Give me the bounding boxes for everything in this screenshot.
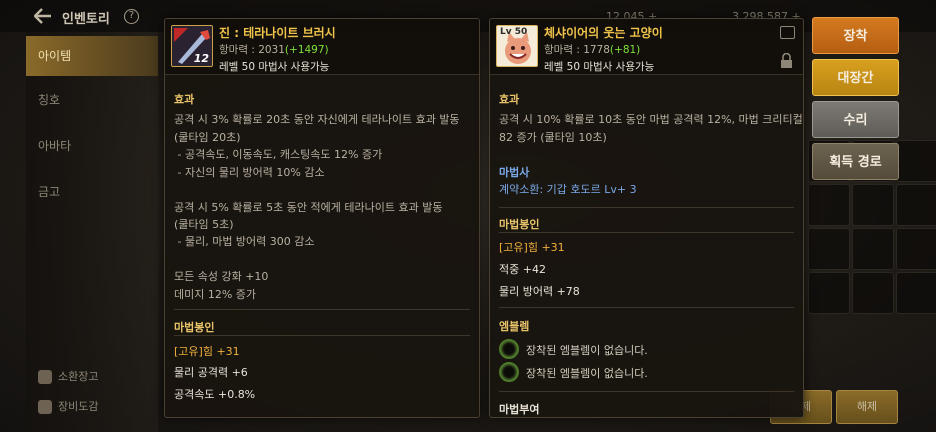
- emblem-empty-text: 장착된 엠블렘이 없습니다.: [526, 344, 648, 357]
- item-name: 진 : 테라나이트 브러시: [219, 26, 336, 40]
- class-effect: 계약소환: 기갑 호도르 Lv+ 3: [499, 183, 637, 196]
- effect-line: 공격 시 3% 확률로 20초 동안 자신에게 테라나이트 효과 발동: [174, 113, 460, 126]
- summon-storage-button[interactable]: 소환장고: [38, 368, 98, 384]
- inventory-sidebar: 아이템 칭호 아바타 금고 소환장고 장비도감: [26, 32, 158, 432]
- inventory-slot[interactable]: [852, 272, 894, 314]
- item-attack-stat: 항마력 : 2031(+1497): [219, 44, 329, 56]
- share-icon[interactable]: [780, 26, 795, 39]
- item-tooltip-right: Lv 50 체샤이어의 웃는 고양이 항마력 : 1778(+81) 레벨 50…: [489, 18, 804, 418]
- inventory-slot[interactable]: [852, 184, 894, 226]
- effect-line: 공격 시 10% 확률로 10초 동안 마법 공격력 12%, 마법 크리티컬: [499, 113, 803, 126]
- item-attack-stat: 항마력 : 1778(+81): [544, 44, 641, 56]
- page-title: 인벤토리: [62, 12, 110, 27]
- book-icon: [38, 400, 52, 414]
- inventory-slot[interactable]: [896, 228, 936, 270]
- unequip-all-button[interactable]: 해제: [836, 390, 898, 424]
- seal-stat: 물리 방어력 +78: [499, 285, 580, 298]
- enhance-level: 12: [193, 52, 209, 65]
- inventory-slot[interactable]: [808, 272, 850, 314]
- effect-line: - 자신의 물리 방어력 10% 감소: [174, 166, 325, 179]
- item-tooltip-left: 12 진 : 테라나이트 브러시 항마력 : 2031(+1497) 레벨 50…: [164, 18, 480, 418]
- tab-vault[interactable]: 금고: [26, 172, 158, 212]
- inventory-slot[interactable]: [808, 228, 850, 270]
- item-header: 12 진 : 테라나이트 브러시 항마력 : 2031(+1497) 레벨 50…: [165, 19, 479, 75]
- emblem-slot-icon[interactable]: [499, 362, 519, 382]
- help-icon[interactable]: ?: [124, 9, 139, 24]
- inventory-slot[interactable]: [896, 272, 936, 314]
- effect-line: 모든 속성 강화 +10: [174, 270, 269, 283]
- seal-stat: 물리 공격력 +6: [174, 366, 248, 379]
- item-icon: 12: [171, 25, 213, 67]
- item-requirement: 레벨 50 마법사 사용가능: [544, 61, 655, 73]
- emblem-slot-icon[interactable]: [499, 339, 519, 359]
- tab-avatar[interactable]: 아바타: [26, 126, 158, 166]
- effect-title: 효과: [499, 93, 520, 106]
- tab-item[interactable]: 아이템: [26, 36, 158, 76]
- equip-button[interactable]: 장착: [812, 17, 899, 54]
- seal-stat: 적중 +42: [499, 263, 546, 276]
- equipment-book-button[interactable]: 장비도감: [38, 398, 98, 414]
- item-header: Lv 50 체샤이어의 웃는 고양이 항마력 : 1778(+81) 레벨 50…: [490, 19, 803, 75]
- effect-line: 데미지 12% 증가: [174, 288, 257, 301]
- repair-button[interactable]: 수리: [812, 101, 899, 138]
- magic-seal-title: 마법봉인: [499, 218, 540, 231]
- item-requirement: 레벨 50 마법사 사용가능: [219, 61, 330, 73]
- section-divider: [174, 309, 470, 310]
- seal-stat: [고유]힘 +31: [499, 241, 565, 254]
- section-divider: [499, 391, 794, 392]
- item-level-badge: Lv 50: [500, 27, 528, 37]
- section-divider: [174, 335, 470, 336]
- inventory-slot[interactable]: [896, 140, 936, 182]
- item-name: 체샤이어의 웃는 고양이: [544, 26, 663, 40]
- enchant-title: 마법부여: [499, 403, 540, 416]
- emblem-title: 엠블렘: [499, 320, 530, 333]
- emblem-empty-text: 장착된 엠블렘이 없습니다.: [526, 367, 648, 380]
- storage-icon: [38, 370, 52, 384]
- effect-line: (쿨타임 5초): [174, 218, 234, 231]
- section-divider: [499, 232, 794, 233]
- inventory-slot[interactable]: [896, 184, 936, 226]
- blacksmith-button[interactable]: 대장간: [812, 59, 899, 96]
- effect-line: - 공격속도, 이동속도, 캐스팅속도 12% 증가: [174, 148, 383, 161]
- seal-stat: 공격속도 +0.8%: [174, 388, 256, 401]
- section-divider: [499, 207, 794, 208]
- back-arrow-icon[interactable]: [34, 8, 52, 24]
- lock-icon[interactable]: [780, 53, 793, 69]
- acquisition-path-button[interactable]: 획득 경로: [812, 143, 899, 180]
- seal-stat: [고유]힘 +31: [174, 345, 240, 358]
- effect-line: (쿨타임 20초): [174, 131, 241, 144]
- inventory-slot[interactable]: [852, 228, 894, 270]
- magic-seal-title: 마법봉인: [174, 321, 215, 334]
- effect-line: 공격 시 5% 확률로 5초 동안 적에게 테라나이트 효과 발동: [174, 201, 443, 214]
- effect-line: - 물리, 마법 방어력 300 감소: [174, 235, 315, 248]
- effect-line: 82 증가 (쿨타임 10초): [499, 131, 607, 144]
- item-icon: Lv 50: [496, 25, 538, 67]
- tab-title[interactable]: 칭호: [26, 80, 158, 120]
- class-title: 마법사: [499, 166, 530, 179]
- inventory-slot[interactable]: [808, 184, 850, 226]
- section-divider: [499, 307, 794, 308]
- effect-title: 효과: [174, 93, 195, 106]
